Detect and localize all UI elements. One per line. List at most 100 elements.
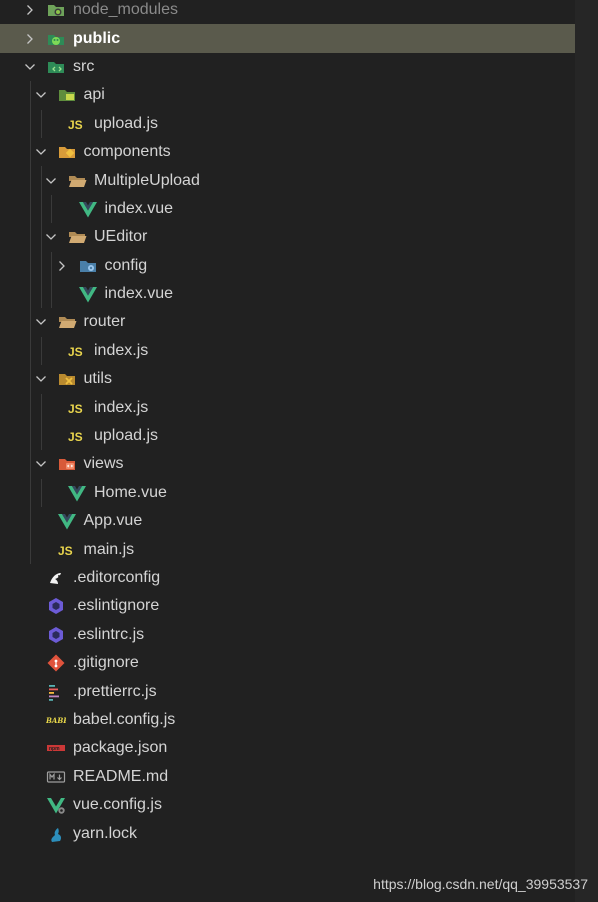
svg-text:JS: JS <box>68 430 83 444</box>
tree-file-babel-config-js[interactable]: BABEL babel.config.js <box>0 706 575 734</box>
api-folder-icon <box>57 85 77 105</box>
svg-text:BABEL: BABEL <box>46 716 66 725</box>
tree-folder-src[interactable]: src <box>0 53 575 81</box>
tree-item-label: .gitignore <box>73 654 139 672</box>
chevron-down-icon[interactable] <box>44 230 58 244</box>
vue-file-icon <box>78 284 98 304</box>
chevron-right-icon[interactable] <box>23 3 37 17</box>
tree-folder-node-modules[interactable]: node_modules <box>0 0 575 24</box>
tree-file-index-vue[interactable]: index.vue <box>0 280 575 308</box>
tree-item-label: .eslintrc.js <box>73 625 145 643</box>
chevron-down-icon[interactable] <box>23 60 37 74</box>
tree-file-eslintrc-js[interactable]: .eslintrc.js <box>0 621 575 649</box>
svg-text:npm: npm <box>49 746 60 752</box>
tree-folder-multipleupload[interactable]: MultipleUpload <box>0 166 575 194</box>
chevron-down-icon[interactable] <box>34 372 48 386</box>
chevron-right-icon[interactable] <box>23 32 37 46</box>
vue-file-icon <box>78 199 98 219</box>
tree-file-home-vue[interactable]: Home.vue <box>0 479 575 507</box>
tree-file-package-json[interactable]: npm package.json <box>0 734 575 762</box>
babel-file-icon: BABEL <box>46 710 66 730</box>
tree-item-label: UEditor <box>94 228 148 246</box>
folder-open-icon <box>67 171 87 191</box>
eslint-file-icon <box>46 596 66 616</box>
tree-file-gitignore[interactable]: .gitignore <box>0 649 575 677</box>
tree-folder-router[interactable]: router <box>0 308 575 336</box>
chevron-down-icon[interactable] <box>34 457 48 471</box>
tree-file-main-js[interactable]: JS main.js <box>0 535 575 563</box>
tree-folder-public[interactable]: public <box>0 24 575 53</box>
indent-guide <box>40 478 42 508</box>
tree-folder-ueditor[interactable]: UEditor <box>0 223 575 251</box>
svg-text:JS: JS <box>68 118 83 132</box>
tree-file-vue-config-js[interactable]: vue.config.js <box>0 791 575 819</box>
markdown-file-icon <box>46 767 66 787</box>
file-explorer-tree: node_modules public src api JS upload.js compo… <box>0 0 575 848</box>
tree-folder-api[interactable]: api <box>0 81 575 109</box>
svg-text:JS: JS <box>58 544 73 558</box>
tree-file-readme-md[interactable]: README.md <box>0 763 575 791</box>
tree-item-label: .prettierrc.js <box>73 682 157 700</box>
src-folder-icon <box>46 57 66 77</box>
chevron-down-icon[interactable] <box>34 88 48 102</box>
chevron-right-icon[interactable] <box>55 259 69 273</box>
tree-item-label: Home.vue <box>94 483 167 501</box>
tree-item-label: yarn.lock <box>73 824 138 842</box>
tree-file-index-js[interactable]: JS index.js <box>0 393 575 421</box>
tree-folder-config[interactable]: config <box>0 252 575 280</box>
indent-guide <box>40 166 42 309</box>
yarn-file-icon <box>46 824 66 844</box>
public-folder-icon <box>46 29 66 49</box>
indent-guide <box>40 109 42 138</box>
tree-file-upload-js[interactable]: JS upload.js <box>0 110 575 138</box>
tree-item-label: package.json <box>73 739 168 757</box>
folder-open-icon <box>57 312 77 332</box>
vue-file-icon <box>67 483 87 503</box>
tree-file-yarn-lock[interactable]: yarn.lock <box>0 819 575 847</box>
tree-file-eslintignore[interactable]: .eslintignore <box>0 592 575 620</box>
tree-item-label: components <box>83 143 171 161</box>
tree-item-label: .editorconfig <box>73 569 161 586</box>
tree-folder-components[interactable]: components <box>0 138 575 166</box>
tree-item-label: vue.config.js <box>73 796 162 814</box>
tree-item-label: .eslintignore <box>73 597 160 615</box>
chevron-down-icon[interactable] <box>34 315 48 329</box>
svg-text:JS: JS <box>68 402 83 416</box>
tree-item-label: router <box>83 313 126 331</box>
tree-item-label: config <box>104 256 148 274</box>
tree-item-label: api <box>83 86 105 104</box>
js-file-icon: JS <box>67 426 87 446</box>
tree-item-label: upload.js <box>94 427 159 445</box>
watermark: https://blog.csdn.net/qq_39953537 <box>373 876 588 892</box>
tree-folder-views[interactable]: views <box>0 450 575 478</box>
tree-item-label: README.md <box>73 767 169 785</box>
node-modules-folder-icon <box>46 0 66 20</box>
tree-file-index-vue[interactable]: index.vue <box>0 195 575 223</box>
tree-item-label: index.vue <box>104 199 174 217</box>
tree-folder-utils[interactable]: utils <box>0 365 575 393</box>
vue-file-icon <box>57 511 77 531</box>
indent-guide <box>51 251 52 309</box>
tree-item-label: node_modules <box>73 1 178 19</box>
views-folder-icon <box>57 454 77 474</box>
tree-file-upload-js[interactable]: JS upload.js <box>0 422 575 450</box>
chevron-down-icon[interactable] <box>34 145 48 159</box>
editorconfig-file-icon <box>46 568 66 588</box>
tree-file-prettierrc-js[interactable]: .prettierrc.js <box>0 677 575 705</box>
svg-text:JS: JS <box>68 345 83 359</box>
indent-guide <box>51 194 52 224</box>
tree-file-index-js[interactable]: JS index.js <box>0 337 575 365</box>
tree-file-app-vue[interactable]: App.vue <box>0 507 575 535</box>
tree-item-label: App.vue <box>83 512 143 530</box>
folder-open-icon <box>67 227 87 247</box>
tree-item-label: views <box>83 455 124 473</box>
tree-item-label: index.vue <box>104 285 174 303</box>
git-file-icon <box>46 653 66 673</box>
tree-file-editorconfig[interactable]: .editorconfig <box>0 564 575 592</box>
tree-item-label: index.js <box>94 341 149 359</box>
utils-folder-icon <box>57 369 77 389</box>
components-folder-icon <box>57 142 77 162</box>
chevron-down-icon[interactable] <box>44 174 58 188</box>
config-folder-icon <box>78 256 98 276</box>
explorer-scrollbar[interactable] <box>575 0 598 902</box>
